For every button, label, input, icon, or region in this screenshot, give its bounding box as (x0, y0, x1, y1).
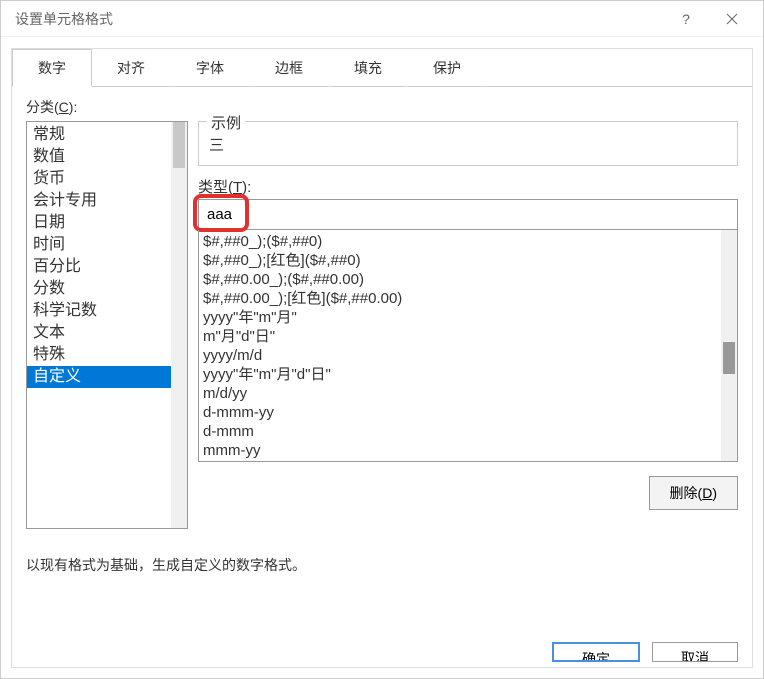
category-item-custom[interactable]: 自定义 (27, 366, 187, 388)
format-item[interactable]: mmm-yy (203, 441, 733, 460)
close-button[interactable] (709, 4, 755, 34)
tab-bar: 数字 对齐 字体 边框 填充 保护 (12, 49, 752, 87)
cancel-button[interactable]: 取消 (652, 642, 738, 662)
category-item-percentage[interactable]: 百分比 (27, 256, 187, 278)
format-items: $#,##0_);($#,##0) $#,##0_);[红色]($#,##0) … (199, 230, 737, 462)
tab-number[interactable]: 数字 (12, 49, 92, 87)
format-item[interactable]: m"月"d"日" (203, 327, 733, 346)
category-items: 常规 数值 货币 会计专用 日期 时间 百分比 分数 科学记数 文本 特殊 自定… (27, 122, 187, 390)
format-listbox[interactable]: $#,##0_);($#,##0) $#,##0_);[红色]($#,##0) … (198, 230, 738, 462)
close-icon (726, 13, 738, 25)
dialog-buttons: 确定 取消 (552, 642, 738, 662)
category-listbox[interactable]: 常规 数值 货币 会计专用 日期 时间 百分比 分数 科学记数 文本 特殊 自定… (26, 121, 188, 529)
example-label: 示例 (207, 112, 245, 133)
delete-row: 删除(D) (198, 476, 738, 510)
titlebar-controls: ? (663, 4, 755, 34)
tab-alignment[interactable]: 对齐 (91, 49, 171, 87)
category-item-scientific[interactable]: 科学记数 (27, 300, 187, 322)
format-item[interactable]: $#,##0_);[红色]($#,##0) (203, 251, 733, 270)
tab-label: 边框 (275, 60, 303, 76)
tab-label: 字体 (196, 60, 224, 76)
tab-label: 数字 (38, 60, 66, 76)
tab-label: 保护 (433, 60, 461, 76)
format-cells-dialog: 设置单元格格式 ? 数字 对齐 字体 边框 填充 保护 分类(C): (0, 0, 764, 679)
tab-label: 填充 (354, 60, 382, 76)
help-button[interactable]: ? (663, 4, 709, 34)
example-box: 示例 三 (198, 121, 738, 166)
category-item-number[interactable]: 数值 (27, 146, 187, 168)
delete-button[interactable]: 删除(D) (649, 476, 738, 510)
format-item[interactable]: $#,##0_);($#,##0) (203, 232, 733, 251)
format-item[interactable]: d-mmm (203, 422, 733, 441)
format-item[interactable]: d-mmm-yy (203, 403, 733, 422)
category-item-time[interactable]: 时间 (27, 234, 187, 256)
help-icon: ? (682, 11, 690, 27)
scrollbar-thumb[interactable] (173, 122, 185, 168)
dialog-body: 数字 对齐 字体 边框 填充 保护 分类(C): 常规 数值 货币 会计专用 日… (11, 48, 753, 668)
scrollbar-thumb[interactable] (723, 342, 735, 374)
type-input-wrap (198, 199, 738, 230)
tab-border[interactable]: 边框 (249, 49, 329, 87)
category-item-date[interactable]: 日期 (27, 212, 187, 234)
ok-button[interactable]: 确定 (552, 642, 640, 662)
tab-label: 对齐 (117, 60, 145, 76)
tab-font[interactable]: 字体 (170, 49, 250, 87)
type-input[interactable] (198, 199, 738, 230)
hint-text: 以现有格式为基础，生成自定义的数字格式。 (26, 555, 738, 575)
category-item-special[interactable]: 特殊 (27, 344, 187, 366)
category-scrollbar[interactable] (171, 122, 187, 528)
category-item-text[interactable]: 文本 (27, 322, 187, 344)
number-tab-content: 分类(C): 常规 数值 货币 会计专用 日期 时间 百分比 分数 科学记数 文… (12, 85, 752, 667)
category-item-accounting[interactable]: 会计专用 (27, 190, 187, 212)
format-item[interactable]: $#,##0.00_);($#,##0.00) (203, 270, 733, 289)
format-item[interactable]: $#,##0.00_);[红色]($#,##0.00) (203, 289, 733, 308)
type-label: 类型(T): (198, 176, 738, 197)
format-item[interactable]: yyyy"年"m"月"d"日" (203, 365, 733, 384)
details-pane: 示例 三 类型(T): $#,##0_);($#,##0) $#,##0_);[… (198, 121, 738, 529)
tab-fill[interactable]: 填充 (328, 49, 408, 87)
format-scrollbar[interactable] (721, 230, 737, 461)
format-item[interactable]: yyyy/m/d (203, 346, 733, 365)
main-area: 常规 数值 货币 会计专用 日期 时间 百分比 分数 科学记数 文本 特殊 自定… (26, 121, 738, 529)
tab-protection[interactable]: 保护 (407, 49, 487, 87)
example-value: 三 (209, 128, 727, 155)
category-item-fraction[interactable]: 分数 (27, 278, 187, 300)
category-item-general[interactable]: 常规 (27, 124, 187, 146)
titlebar: 设置单元格格式 ? (1, 1, 763, 37)
category-item-currency[interactable]: 货币 (27, 168, 187, 190)
dialog-title: 设置单元格格式 (15, 9, 663, 29)
format-item[interactable]: yyyy"年"m"月" (203, 308, 733, 327)
category-label: 分类(C): (26, 97, 738, 117)
tab-spacer (486, 49, 752, 87)
format-item[interactable]: m/d/yy (203, 384, 733, 403)
